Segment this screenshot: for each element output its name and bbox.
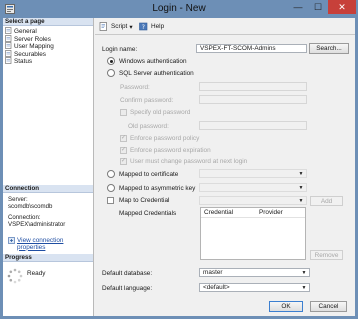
column-header-credential: Credential [204, 209, 234, 216]
asymmetric-key-dropdown[interactable]: ▼ [199, 183, 307, 192]
progress-status-text: Ready [27, 269, 46, 277]
must-change-password-checkbox[interactable]: ✓ [120, 158, 127, 165]
mapped-credentials-grid[interactable]: Credential Provider [200, 207, 306, 260]
default-language-dropdown[interactable]: <default> ▼ [199, 283, 310, 292]
sql-server-authentication-radio[interactable] [107, 69, 115, 77]
title-bar[interactable]: Login - New — ☐ ✕ [0, 0, 358, 18]
mapped-to-certificate-label: Mapped to certificate [119, 171, 179, 178]
page-icon [5, 42, 12, 50]
sidebar-item-general[interactable]: General [3, 27, 93, 35]
specify-old-password-checkbox[interactable] [120, 109, 127, 116]
default-database-dropdown[interactable]: master ▼ [199, 268, 310, 277]
toolbar: Script ▾ ? Help [95, 18, 355, 35]
old-password-label: Old password: [128, 123, 169, 130]
view-connection-properties-link[interactable]: View connection properties [3, 237, 93, 251]
view-connection-label: View connection properties [17, 236, 64, 251]
connection-section: Connection Server: scomdb\scomdb Connect… [3, 185, 93, 251]
server-value: scomdb\scomdb [8, 203, 53, 211]
progress-section: Progress Ready [3, 254, 93, 290]
connection-properties-icon [8, 236, 15, 244]
sidebar-item-server-roles[interactable]: Server Roles [3, 34, 93, 43]
connection-info: Server: scomdb\scomdb Connection: VSPEX\… [3, 193, 93, 232]
enforce-password-expiration-checkbox[interactable]: ✓ [120, 147, 127, 154]
connection-value: VSPEX\administrator [8, 221, 66, 229]
dropdown-arrow-icon: ▼ [298, 198, 304, 204]
help-label: Help [151, 23, 165, 30]
password-label: Password: [120, 84, 150, 91]
dialog-footer: OK Cancel [95, 296, 355, 316]
windows-authentication-radio[interactable] [107, 57, 115, 65]
enforce-password-policy-checkbox[interactable]: ✓ [120, 135, 127, 142]
minimize-button[interactable]: — [288, 0, 308, 14]
password-field[interactable] [199, 82, 307, 91]
progress-status: Ready [3, 262, 93, 290]
login-name-label: Login name: [102, 46, 138, 53]
search-button[interactable]: Search... [309, 43, 349, 54]
credential-dropdown[interactable]: ▼ [199, 196, 307, 205]
confirm-password-field[interactable] [199, 95, 307, 104]
default-language-value: <default> [203, 284, 230, 291]
mapped-to-asymmetric-key-radio[interactable] [107, 184, 115, 192]
dropdown-arrow-icon: ▼ [298, 171, 304, 177]
remove-credential-button[interactable]: Remove [310, 250, 343, 260]
ok-button[interactable]: OK [269, 301, 303, 312]
progress-header: Progress [3, 254, 93, 262]
close-button[interactable]: ✕ [328, 0, 356, 14]
enforce-password-expiration-label: Enforce password expiration [130, 147, 211, 154]
dropdown-arrow-icon: ▼ [301, 270, 307, 276]
mapped-credentials-label: Mapped Credentials [119, 210, 177, 217]
script-icon [99, 22, 107, 31]
connection-header: Connection [3, 185, 93, 193]
login-new-window: Login - New — ☐ ✕ Select a page General … [0, 0, 358, 319]
default-language-label: Default language: [102, 285, 153, 292]
help-button[interactable]: ? Help [139, 22, 164, 31]
mapped-to-asymmetric-key-label: Mapped to asymmetric key [119, 185, 196, 192]
dropdown-arrow-icon: ▼ [301, 285, 307, 291]
page-icon [5, 49, 12, 57]
script-label: Script [111, 23, 128, 30]
sidebar-item-user-mapping[interactable]: User Mapping [3, 42, 93, 50]
old-password-field[interactable] [199, 121, 307, 130]
sidebar-item-securables[interactable]: Securables [3, 49, 93, 58]
default-database-label: Default database: [102, 270, 153, 277]
map-to-credential-label: Map to Credential [119, 197, 170, 204]
sidebar: Select a page General Server Roles User … [3, 18, 94, 316]
cancel-button[interactable]: Cancel [310, 301, 347, 312]
sql-server-authentication-label: SQL Server authentication [119, 70, 194, 77]
mapped-to-certificate-radio[interactable] [107, 170, 115, 178]
script-button[interactable]: Script ▾ [99, 22, 133, 31]
dropdown-arrow-icon: ▼ [298, 185, 304, 191]
connection-label: Connection: [8, 213, 41, 221]
select-page-header: Select a page [3, 18, 93, 26]
general-page: Login name: VSPEX-FT-SCOM-Admins Search.… [95, 36, 355, 296]
map-to-credential-checkbox[interactable] [107, 197, 114, 204]
page-list: General Server Roles User Mapping Secura… [3, 26, 93, 65]
script-dropdown-arrow-icon: ▾ [129, 23, 133, 31]
default-database-value: master [203, 269, 223, 276]
svg-text:?: ? [142, 24, 145, 31]
sidebar-item-label: Status [14, 58, 33, 66]
windows-authentication-label: Windows authentication [119, 58, 187, 65]
maximize-button[interactable]: ☐ [308, 0, 328, 14]
column-header-provider: Provider [259, 209, 283, 216]
dialog-client-area: Select a page General Server Roles User … [3, 18, 355, 316]
sidebar-item-label: General [14, 28, 37, 35]
grid-header: Credential Provider [201, 208, 305, 218]
login-name-input[interactable]: VSPEX-FT-SCOM-Admins [196, 44, 307, 53]
add-credential-button[interactable]: Add [310, 196, 343, 206]
page-icon [5, 27, 12, 34]
certificate-dropdown[interactable]: ▼ [199, 169, 307, 178]
help-icon: ? [139, 22, 148, 31]
must-change-password-label: User must change password at next login [130, 158, 248, 165]
enforce-password-policy-label: Enforce password policy [130, 135, 200, 142]
sidebar-item-status[interactable]: Status [3, 57, 93, 65]
server-label: Server: [8, 196, 28, 203]
page-icon [5, 57, 12, 65]
page-icon [5, 34, 12, 42]
specify-old-password-label: Specify old password [130, 109, 191, 116]
spinner-icon [7, 268, 23, 284]
confirm-password-label: Confirm password: [120, 97, 174, 104]
